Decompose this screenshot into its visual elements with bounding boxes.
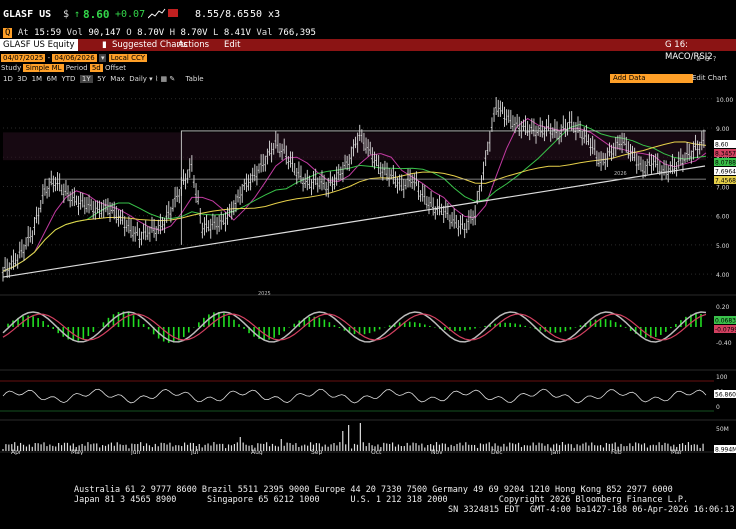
footer-phones-1: Australia 61 2 9777 8600 Brazil 5511 239… [74,485,673,495]
currency: $ [63,9,70,20]
edit-button[interactable]: Edit [224,39,240,51]
highlight-band [3,132,706,161]
trade-size: 50 x3 [250,9,281,20]
range-1m-button[interactable]: 1M [32,75,43,83]
range-ytd-button[interactable]: YTD [62,75,76,83]
period-field[interactable]: 5d [89,64,103,72]
net-change: +0.07 [115,9,146,20]
footer-phones-2: Japan 81 3 4565 8900 Singapore 65 6212 1… [74,495,689,505]
price-tag: 8.0788 [715,160,736,167]
chart-type-icon[interactable]: ▾ ⌇ ▦ ✎ [149,75,175,83]
high-label: H [169,28,176,38]
price-axis-label: 7.00 [716,184,730,191]
study-field[interactable]: Simple ML [23,64,64,72]
rsi-axis-label: 100 [716,374,728,381]
footer-session: SN 3324815 EDT GMT-4:00 ba1427-168 06-Ap… [448,505,735,515]
x-axis-year: 2026 [614,171,627,177]
footer: Australia 61 2 9777 8600 Brazil 5511 239… [0,485,736,529]
macd-tag: -0.0799 [715,327,736,334]
quote-line: GLASF US $ ↑ 8.60 +0.07 8.55/8.65 50 x3 [0,0,736,28]
price-chart: 10.009.008.007.006.005.004.008.608.34578… [0,85,736,455]
actions-button[interactable]: Actions [178,39,209,51]
date-separator: - [47,54,51,62]
val-label: Val [256,28,273,38]
x-axis-label: Feb [611,449,622,455]
time-value: 15:59 [34,28,62,38]
table-button[interactable]: Table [186,75,204,83]
flag-icon [168,9,178,17]
val-value: 766,395 [278,28,316,38]
frequency-select[interactable]: Daily [129,75,147,83]
date-range-controls: 04/07/2025 - 04/06/2026 ▾ Local CCY [1,54,147,63]
calendar-icon[interactable]: ▾ [98,54,107,62]
x-axis-label: Dec [491,449,503,455]
price-axis-label: 9.00 [716,126,730,133]
x-axis-label: Sep [311,449,323,455]
quote-details: Q At 15:59 Vol 90,147 O 8.70V H 8.70V L … [3,28,316,39]
price-tag: 8.3457 [715,151,736,158]
x-axis-label: Nov [431,449,443,455]
price-axis-label: 4.00 [716,272,730,279]
up-arrow-icon: ↑ [74,9,81,20]
low-label: L [212,28,219,38]
study-controls: Study Simple ML Period 5d Offset [1,64,142,73]
x-axis-label: Apr [11,449,22,455]
function-toolbar: GLASF US Equity ▮ Suggested Charts Actio… [0,39,736,62]
macd-tag: 0.0683 [715,318,736,325]
range-3d-button[interactable]: 3D [17,75,27,83]
low-value: 8.41V [223,28,251,38]
menu-icon[interactable]: ▮ [102,39,107,51]
open-value: 8.70V [137,28,165,38]
x-axis-label: Jul [190,449,199,455]
range-5y-button[interactable]: 5Y [97,75,106,83]
end-date-field[interactable]: 04/06/2026 [52,54,97,62]
price-tag: 7.4568 [715,178,736,185]
quote-tag: Q [3,28,13,38]
range-6m-button[interactable]: 6M [47,75,58,83]
x-axis-label: Aug [251,449,263,455]
price-tag: 8.60 [715,142,729,149]
macd-axis-label: 0.20 [716,304,730,311]
range-1d-button[interactable]: 1D [3,75,13,83]
chart-tools-icons[interactable]: ⇵ ⚙ ? [696,55,716,64]
x-axis-label: Jan [550,449,560,455]
offset-label: Offset [104,64,126,72]
x-axis-label: Mar [671,449,683,455]
price-tag: 7.6964 [715,169,736,176]
vol-value: 90,147 [88,28,121,38]
suggested-charts-button[interactable]: Suggested Charts [112,39,188,51]
study-label: Study [1,64,22,72]
rsi-axis-label: 0 [716,404,720,411]
open-label: O [126,28,132,38]
macd-axis-label: -0.40 [716,340,732,347]
price-axis-label: 6.00 [716,214,730,221]
range-1y-button[interactable]: 1Y [79,75,93,83]
x-axis-label: Oct [371,449,382,455]
period-label: Period [65,64,88,72]
volume-axis-label: 50M [716,426,729,433]
x-axis-year: 2025 [258,291,271,297]
time-label: At [17,28,29,38]
price-axis-label: 5.00 [716,243,730,250]
edit-chart-button[interactable]: Edit Chart [692,74,727,83]
high-value: 8.70V [180,28,208,38]
vol-label: Vol [66,28,83,38]
x-axis-label: Jun [130,449,141,455]
price-axis-label: 10.00 [716,97,733,104]
volume-tag: 8.994M [715,447,736,454]
x-axis-label: May [71,449,84,455]
rsi-tag: 56.8604 [715,392,736,399]
last-price: 8.60 [83,8,110,21]
sparkline-icon [147,8,166,23]
ticker[interactable]: GLASF US [3,9,51,20]
currency-field[interactable]: Local CCY [108,54,147,62]
bid-ask: 8.55/8.65 [195,9,250,20]
security-field[interactable]: GLASF US Equity [0,39,78,51]
range-max-button[interactable]: Max [110,75,124,83]
add-data-field[interactable]: Add Data [610,74,693,83]
start-date-field[interactable]: 04/07/2025 [1,54,46,62]
range-buttons: 1D 3D 1M 6M YTD 1Y 5Y Max Daily ▾ ⌇ ▦ ✎ … [3,75,204,84]
